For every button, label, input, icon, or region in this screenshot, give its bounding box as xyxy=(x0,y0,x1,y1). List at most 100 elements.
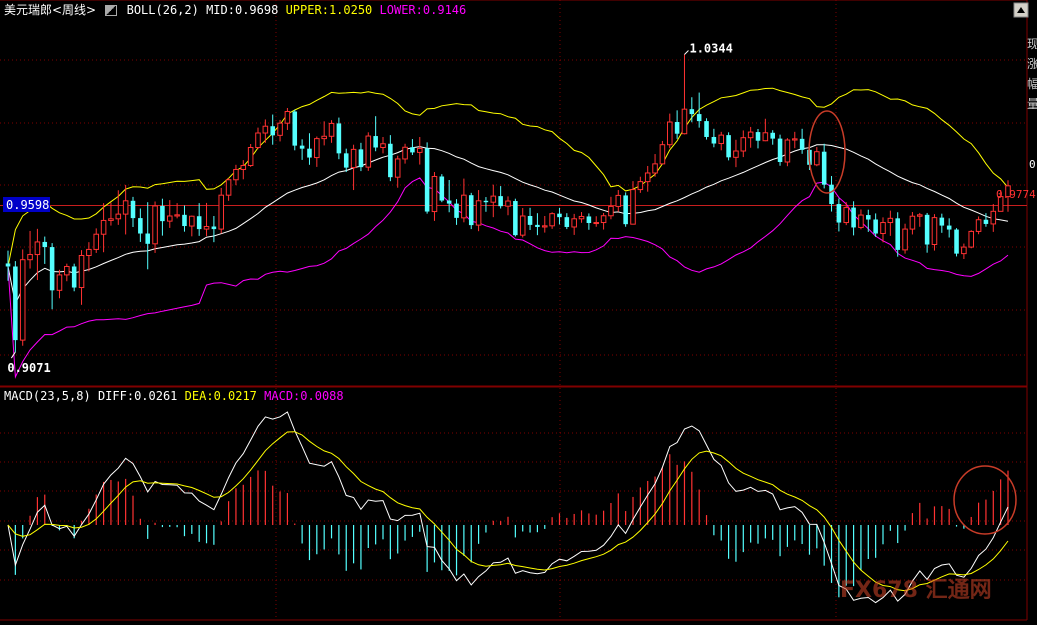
candle-body xyxy=(240,165,247,170)
candle-body xyxy=(211,226,217,230)
candle-body xyxy=(380,143,386,149)
boll-upper-label: UPPER: xyxy=(285,3,329,17)
candle-body xyxy=(519,215,526,236)
candle-body xyxy=(431,175,438,213)
boll-indicator-name: BOLL(26,2) xyxy=(126,3,199,17)
window-controls[interactable] xyxy=(1013,2,1029,18)
candle-body xyxy=(388,143,393,178)
candle-body xyxy=(410,147,415,153)
candle-body xyxy=(138,218,143,234)
candle-body xyxy=(924,214,930,245)
candle-body xyxy=(284,111,291,124)
candle-body xyxy=(350,148,357,169)
candle-body xyxy=(791,138,798,141)
macd-indicator-name: MACD(23,5,8) xyxy=(4,389,91,403)
candle-body xyxy=(644,172,651,183)
candle-body xyxy=(541,225,548,228)
boll-mid-label: MID: xyxy=(206,3,235,17)
candle-body xyxy=(498,196,503,207)
candle-body xyxy=(321,135,327,140)
side-text-1: 涨 xyxy=(1027,57,1037,71)
candle-body xyxy=(336,123,342,154)
candle-body xyxy=(145,233,150,244)
macd-diff-label: DIFF: xyxy=(97,389,135,403)
candle-body xyxy=(659,144,666,165)
candle-body xyxy=(255,132,261,149)
candle-body xyxy=(292,111,298,146)
candle-body xyxy=(416,147,423,153)
candle-body xyxy=(593,222,600,225)
macd-indicator-header: MACD(23,5,8) DIFF:0.0261 DEA:0.0217 MACD… xyxy=(4,389,344,403)
candle-body xyxy=(277,122,283,136)
candle-body xyxy=(718,134,725,145)
candle-body xyxy=(880,222,886,235)
boll-lower-label: LOWER: xyxy=(379,3,423,17)
chart-canvas[interactable]: 1.0344 0.9071 0.9598 0.9774 0 xyxy=(0,0,1037,625)
candle-body xyxy=(42,241,48,248)
candle-body xyxy=(196,216,202,230)
candle-body xyxy=(652,163,658,174)
candle-body xyxy=(983,219,989,224)
candle-body xyxy=(887,217,894,224)
candle-body xyxy=(19,259,26,341)
high-annotation: 1.0344 xyxy=(684,41,733,55)
candle-body xyxy=(696,114,702,122)
candle-body xyxy=(755,132,761,141)
low-annotation-label: 0.9071 xyxy=(7,361,50,375)
side-text-3: 量 xyxy=(1027,97,1037,111)
candle-body xyxy=(946,225,952,230)
left-price-box: 0.9598 xyxy=(3,197,50,212)
candle-body xyxy=(108,218,114,221)
candle-body xyxy=(784,139,791,163)
macd-diff-value: 0.0261 xyxy=(134,389,178,403)
candle-body xyxy=(821,151,827,185)
macd-dea-label: DEA: xyxy=(184,389,214,403)
candle-body xyxy=(895,218,900,250)
candle-body xyxy=(851,207,856,228)
candle-body xyxy=(468,195,474,226)
candle-body xyxy=(446,200,452,204)
candle-body xyxy=(630,189,636,225)
candle-body xyxy=(64,265,70,276)
boll-upper-line xyxy=(7,87,1009,267)
candle-body xyxy=(461,194,467,219)
candle-body xyxy=(373,136,378,148)
candle-body xyxy=(314,138,320,159)
grid xyxy=(0,0,1028,621)
candle-body xyxy=(968,230,975,248)
candle-body xyxy=(939,217,945,226)
candle-body xyxy=(829,184,834,205)
candle-body xyxy=(578,215,585,220)
right-edge-digit: 0 xyxy=(1029,158,1036,171)
candle-body xyxy=(93,233,100,250)
candle-body xyxy=(689,109,695,115)
candle-body xyxy=(975,219,982,232)
candle-body xyxy=(990,210,997,225)
candle-body xyxy=(866,215,871,220)
candle-body xyxy=(86,248,92,256)
candle-body xyxy=(475,200,482,226)
candle-body xyxy=(608,205,614,217)
candle-body xyxy=(402,146,408,160)
candle-body xyxy=(78,254,85,289)
candle-body xyxy=(247,147,254,167)
bollinger-bands xyxy=(7,87,1009,379)
candle-body xyxy=(704,121,709,137)
candle-body xyxy=(365,135,372,168)
candle-body xyxy=(954,229,959,254)
candle-body xyxy=(873,219,878,234)
candle-body xyxy=(100,219,107,235)
candle-body xyxy=(439,176,445,201)
candle-body xyxy=(307,148,312,158)
candle-body xyxy=(961,246,967,255)
candle-body xyxy=(343,153,349,168)
candle-body xyxy=(71,266,77,288)
candle-body xyxy=(557,213,562,218)
candle-body xyxy=(600,215,607,224)
candle-body xyxy=(56,274,63,291)
symbol-title: 美元瑞郎<周线> xyxy=(4,3,97,17)
candle-body xyxy=(122,200,129,215)
candle-body xyxy=(902,228,908,251)
candle-body xyxy=(564,217,570,227)
candle-body xyxy=(666,121,673,146)
